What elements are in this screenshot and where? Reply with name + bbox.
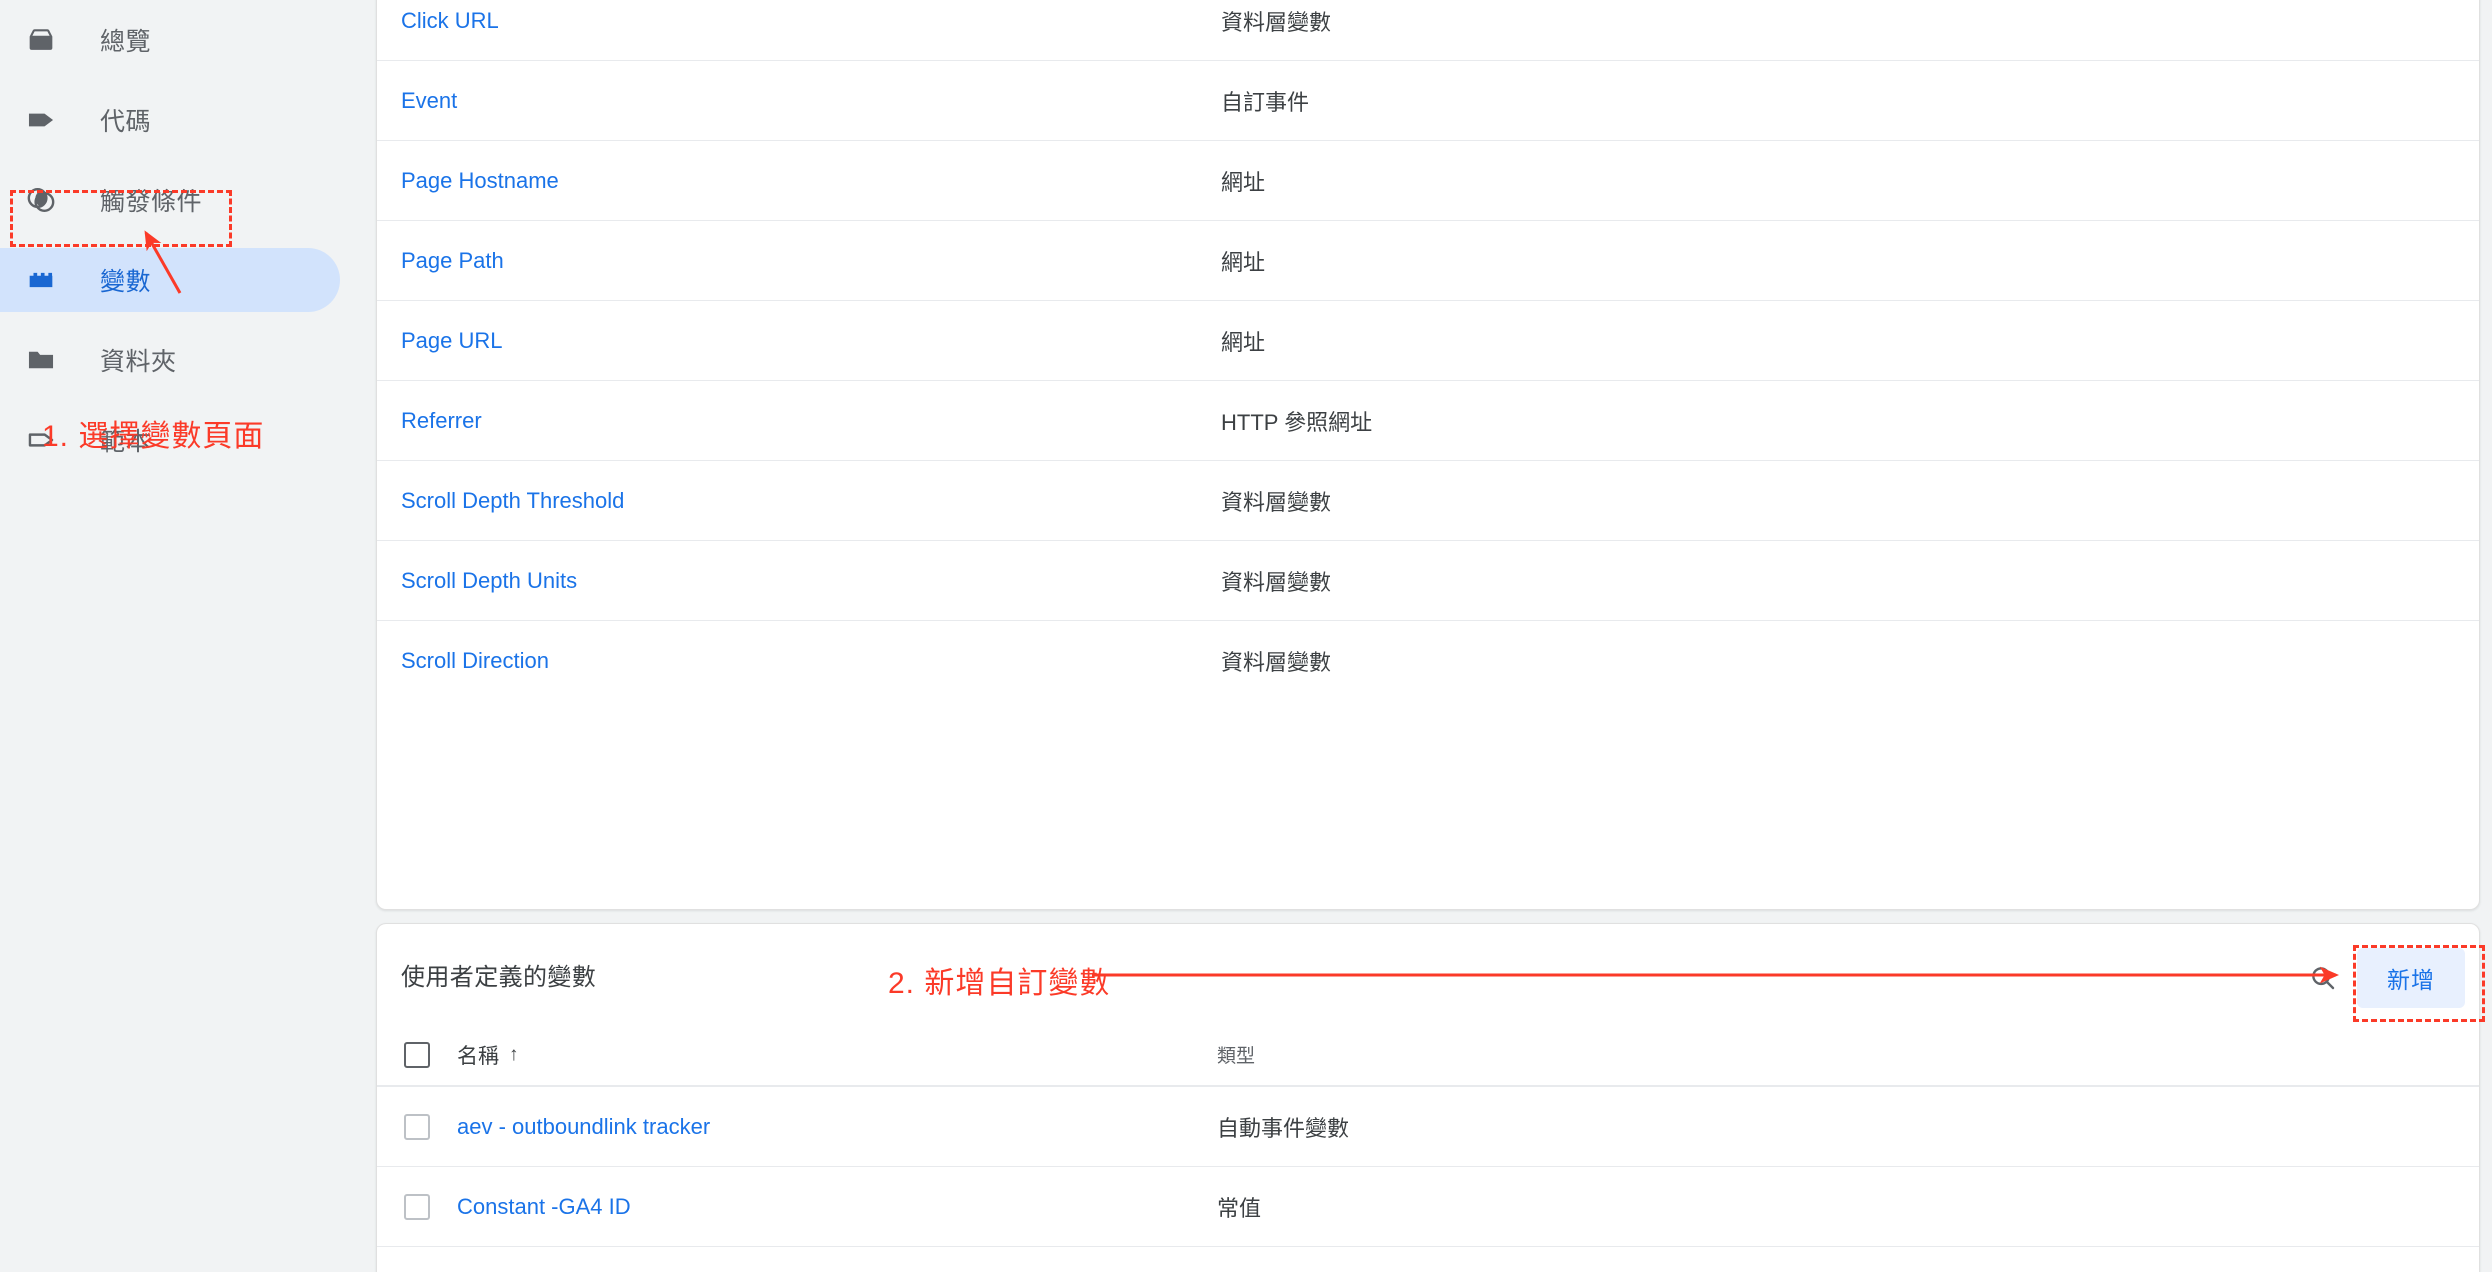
user-variable-type: 自動事件變數 (1217, 1115, 1350, 1141)
builtin-variable-type: HTTP 參照網址 (1221, 409, 1373, 435)
user-variable-link[interactable]: aev - outboundlink tracker (457, 1114, 1217, 1140)
trigger-icon (18, 176, 64, 224)
add-variable-button[interactable]: 新增 (2357, 948, 2465, 1008)
column-header-type[interactable]: 類型 (1217, 1041, 1255, 1068)
sidebar-item-overview[interactable]: 總覽 (0, 8, 340, 72)
column-header-name-label: 名稱 (457, 1044, 499, 1068)
builtin-variable-link[interactable]: Scroll Depth Units (401, 568, 1221, 594)
overview-icon (18, 16, 64, 64)
builtin-variables-card: Click Classes資料層變數Click Element資料層變數Clic… (376, 0, 2480, 910)
sidebar-item-folders[interactable]: 資料夾 (0, 328, 340, 392)
builtin-variables-table: Click Classes資料層變數Click Element資料層變數Clic… (377, 0, 2479, 700)
user-variables-header: 使用者定義的變數 新增 (377, 924, 2479, 1024)
table-row: Page Path 網址 (377, 220, 2479, 300)
builtin-variable-link[interactable]: Scroll Direction (401, 648, 1221, 674)
folder-icon (18, 336, 64, 384)
table-row: aev - outboundlink tracker 自動事件變數 (377, 1086, 2479, 1166)
table-row: Scroll Direction 資料層變數 (377, 620, 2479, 700)
sidebar-item-triggers[interactable]: 觸發條件 (0, 168, 340, 232)
row-checkbox-wrapper[interactable] (377, 1113, 457, 1140)
variable-icon (18, 256, 64, 304)
user-variable-type: 常值 (1217, 1195, 1262, 1221)
table-row: Referrer HTTP 參照網址 (377, 380, 2479, 460)
table-row: LTV - GA4 Configuration對照表 (377, 1246, 2479, 1272)
builtin-variable-link[interactable]: Page Path (401, 248, 1221, 274)
header-actions: 新增 (2297, 948, 2465, 1008)
builtin-variable-type: 資料層變數 (1221, 489, 1332, 515)
tag-icon (18, 96, 64, 144)
main-content: Click Classes資料層變數Click Element資料層變數Clic… (372, 0, 2492, 1272)
builtin-variable-type: 資料層變數 (1221, 649, 1332, 675)
section-title: 使用者定義的變數 (401, 963, 597, 991)
gtm-variables-page: 總覽 代碼 觸發條件 變數 資料夾 範本 Click URL 資料層變數 Eve… (0, 0, 2492, 1272)
table-row: Page URL 網址 (377, 300, 2479, 380)
builtin-variable-type: 資料層變數 (1221, 9, 1332, 35)
sidebar-item-variables[interactable]: 變數 (0, 248, 340, 312)
builtin-variable-link[interactable]: Scroll Depth Threshold (401, 488, 1221, 514)
sidebar-item-tags[interactable]: 代碼 (0, 88, 340, 152)
builtin-variable-link[interactable]: Event (401, 88, 1221, 114)
builtin-variable-type: 網址 (1221, 249, 1266, 275)
table-row: Click URL 資料層變數 (377, 0, 2479, 60)
sidebar-item-label: 代碼 (100, 108, 152, 136)
sidebar-item-label: 資料夾 (100, 348, 177, 376)
column-header-name[interactable]: 名稱 ↑ (457, 1040, 1217, 1070)
search-icon[interactable] (2297, 952, 2349, 1004)
sort-ascending-icon: ↑ (509, 1043, 519, 1065)
builtin-variable-link[interactable]: Click URL (401, 8, 1221, 34)
user-defined-variables-card: 使用者定義的變數 新增 名稱 ↑ 類型 aev - outboundlink t… (376, 923, 2480, 1272)
user-variables-table-body: aev - outboundlink tracker 自動事件變數 Constant… (377, 1086, 2479, 1272)
annotation-step1-text: 1. 選擇變數頁面 (42, 420, 265, 453)
row-checkbox[interactable] (404, 1193, 430, 1220)
builtin-variable-type: 網址 (1221, 169, 1266, 195)
builtin-variable-type: 網址 (1221, 329, 1266, 355)
builtin-variable-type: 自訂事件 (1221, 89, 1310, 115)
sidebar: 總覽 代碼 觸發條件 變數 資料夾 範本 (0, 0, 372, 1272)
table-row: Scroll Depth Threshold 資料層變數 (377, 460, 2479, 540)
annotation-step2-text: 2. 新增自訂變數 (888, 967, 1111, 1000)
sidebar-item-label: 觸發條件 (100, 188, 203, 216)
builtin-variable-link[interactable]: Page URL (401, 328, 1221, 354)
row-checkbox-wrapper[interactable] (377, 1193, 457, 1220)
select-all-checkbox[interactable] (404, 1041, 430, 1068)
user-variables-table-header: 名稱 ↑ 類型 (377, 1024, 2479, 1086)
user-variable-link[interactable]: Constant -GA4 ID (457, 1194, 1217, 1220)
table-row: Scroll Depth Units 資料層變數 (377, 540, 2479, 620)
sidebar-item-label: 變數 (100, 268, 152, 296)
select-all-checkbox-wrapper[interactable] (377, 1041, 457, 1068)
builtin-variable-link[interactable]: Page Hostname (401, 168, 1221, 194)
table-row: Page Hostname 網址 (377, 140, 2479, 220)
builtin-variable-link[interactable]: Referrer (401, 408, 1221, 434)
table-row: Event 自訂事件 (377, 60, 2479, 140)
row-checkbox[interactable] (404, 1113, 430, 1140)
table-row: Constant -GA4 ID 常值 (377, 1166, 2479, 1246)
builtin-variable-type: 資料層變數 (1221, 569, 1332, 595)
sidebar-item-label: 總覽 (100, 28, 152, 56)
